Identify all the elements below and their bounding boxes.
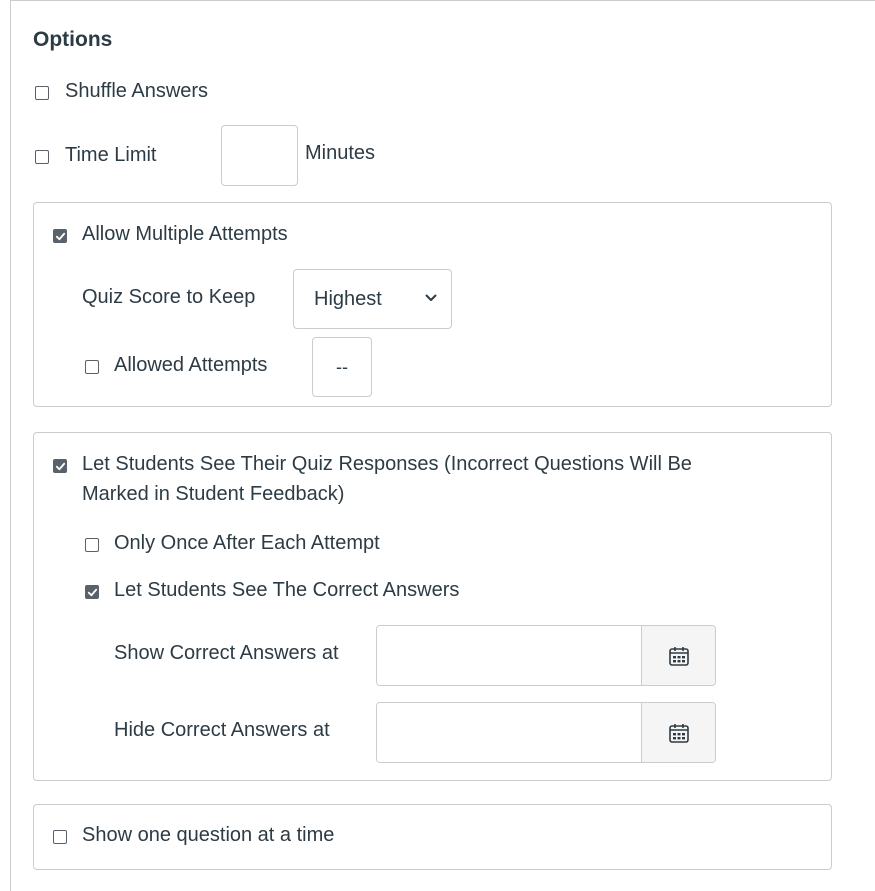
see-correct-answers-checkbox[interactable] — [85, 585, 99, 599]
time-limit-unit: Minutes — [305, 142, 376, 164]
hide-correct-at-input[interactable] — [377, 703, 641, 762]
allow-multiple-attempts-checkbox[interactable] — [53, 229, 67, 243]
shuffle-answers-checkbox[interactable] — [35, 86, 49, 100]
show-correct-at-calendar-button[interactable] — [641, 626, 715, 685]
see-responses-label-line2: Marked in Student Feedback) — [82, 483, 345, 505]
time-limit-input[interactable] — [221, 125, 298, 186]
chevron-down-icon — [425, 294, 437, 301]
allowed-attempts-input[interactable]: -- — [312, 337, 372, 397]
show-correct-at-datepicker — [376, 625, 716, 686]
shuffle-answers-label: Shuffle Answers — [65, 80, 209, 102]
check-icon — [55, 232, 65, 240]
one-question-label: Show one question at a time — [82, 824, 335, 846]
calendar-icon — [668, 646, 689, 666]
only-once-checkbox[interactable] — [85, 538, 99, 552]
see-responses-checkbox[interactable] — [53, 459, 67, 473]
allowed-attempts-checkbox[interactable] — [85, 360, 99, 374]
time-limit-label: Time Limit — [65, 144, 157, 166]
show-correct-at-label: Show Correct Answers at — [114, 642, 339, 664]
quiz-score-to-keep-value: Highest — [314, 287, 382, 310]
calendar-icon — [668, 723, 689, 743]
quiz-score-to-keep-label: Quiz Score to Keep — [82, 286, 256, 308]
see-responses-label-line1: Let Students See Their Quiz Responses (I… — [82, 453, 692, 475]
quiz-score-to-keep-select[interactable]: Highest — [293, 269, 452, 329]
see-correct-answers-label: Let Students See The Correct Answers — [114, 579, 460, 601]
hide-correct-at-label: Hide Correct Answers at — [114, 719, 330, 741]
only-once-label: Only Once After Each Attempt — [114, 532, 380, 554]
one-question-checkbox[interactable] — [53, 830, 67, 844]
allow-multiple-attempts-label: Allow Multiple Attempts — [82, 223, 288, 245]
options-heading: Options — [33, 28, 113, 51]
check-icon — [87, 588, 97, 596]
check-icon — [55, 462, 65, 470]
time-limit-checkbox[interactable] — [35, 150, 49, 164]
allowed-attempts-label: Allowed Attempts — [114, 354, 268, 376]
show-correct-at-input[interactable] — [377, 626, 641, 685]
hide-correct-at-calendar-button[interactable] — [641, 703, 715, 762]
hide-correct-at-datepicker — [376, 702, 716, 763]
